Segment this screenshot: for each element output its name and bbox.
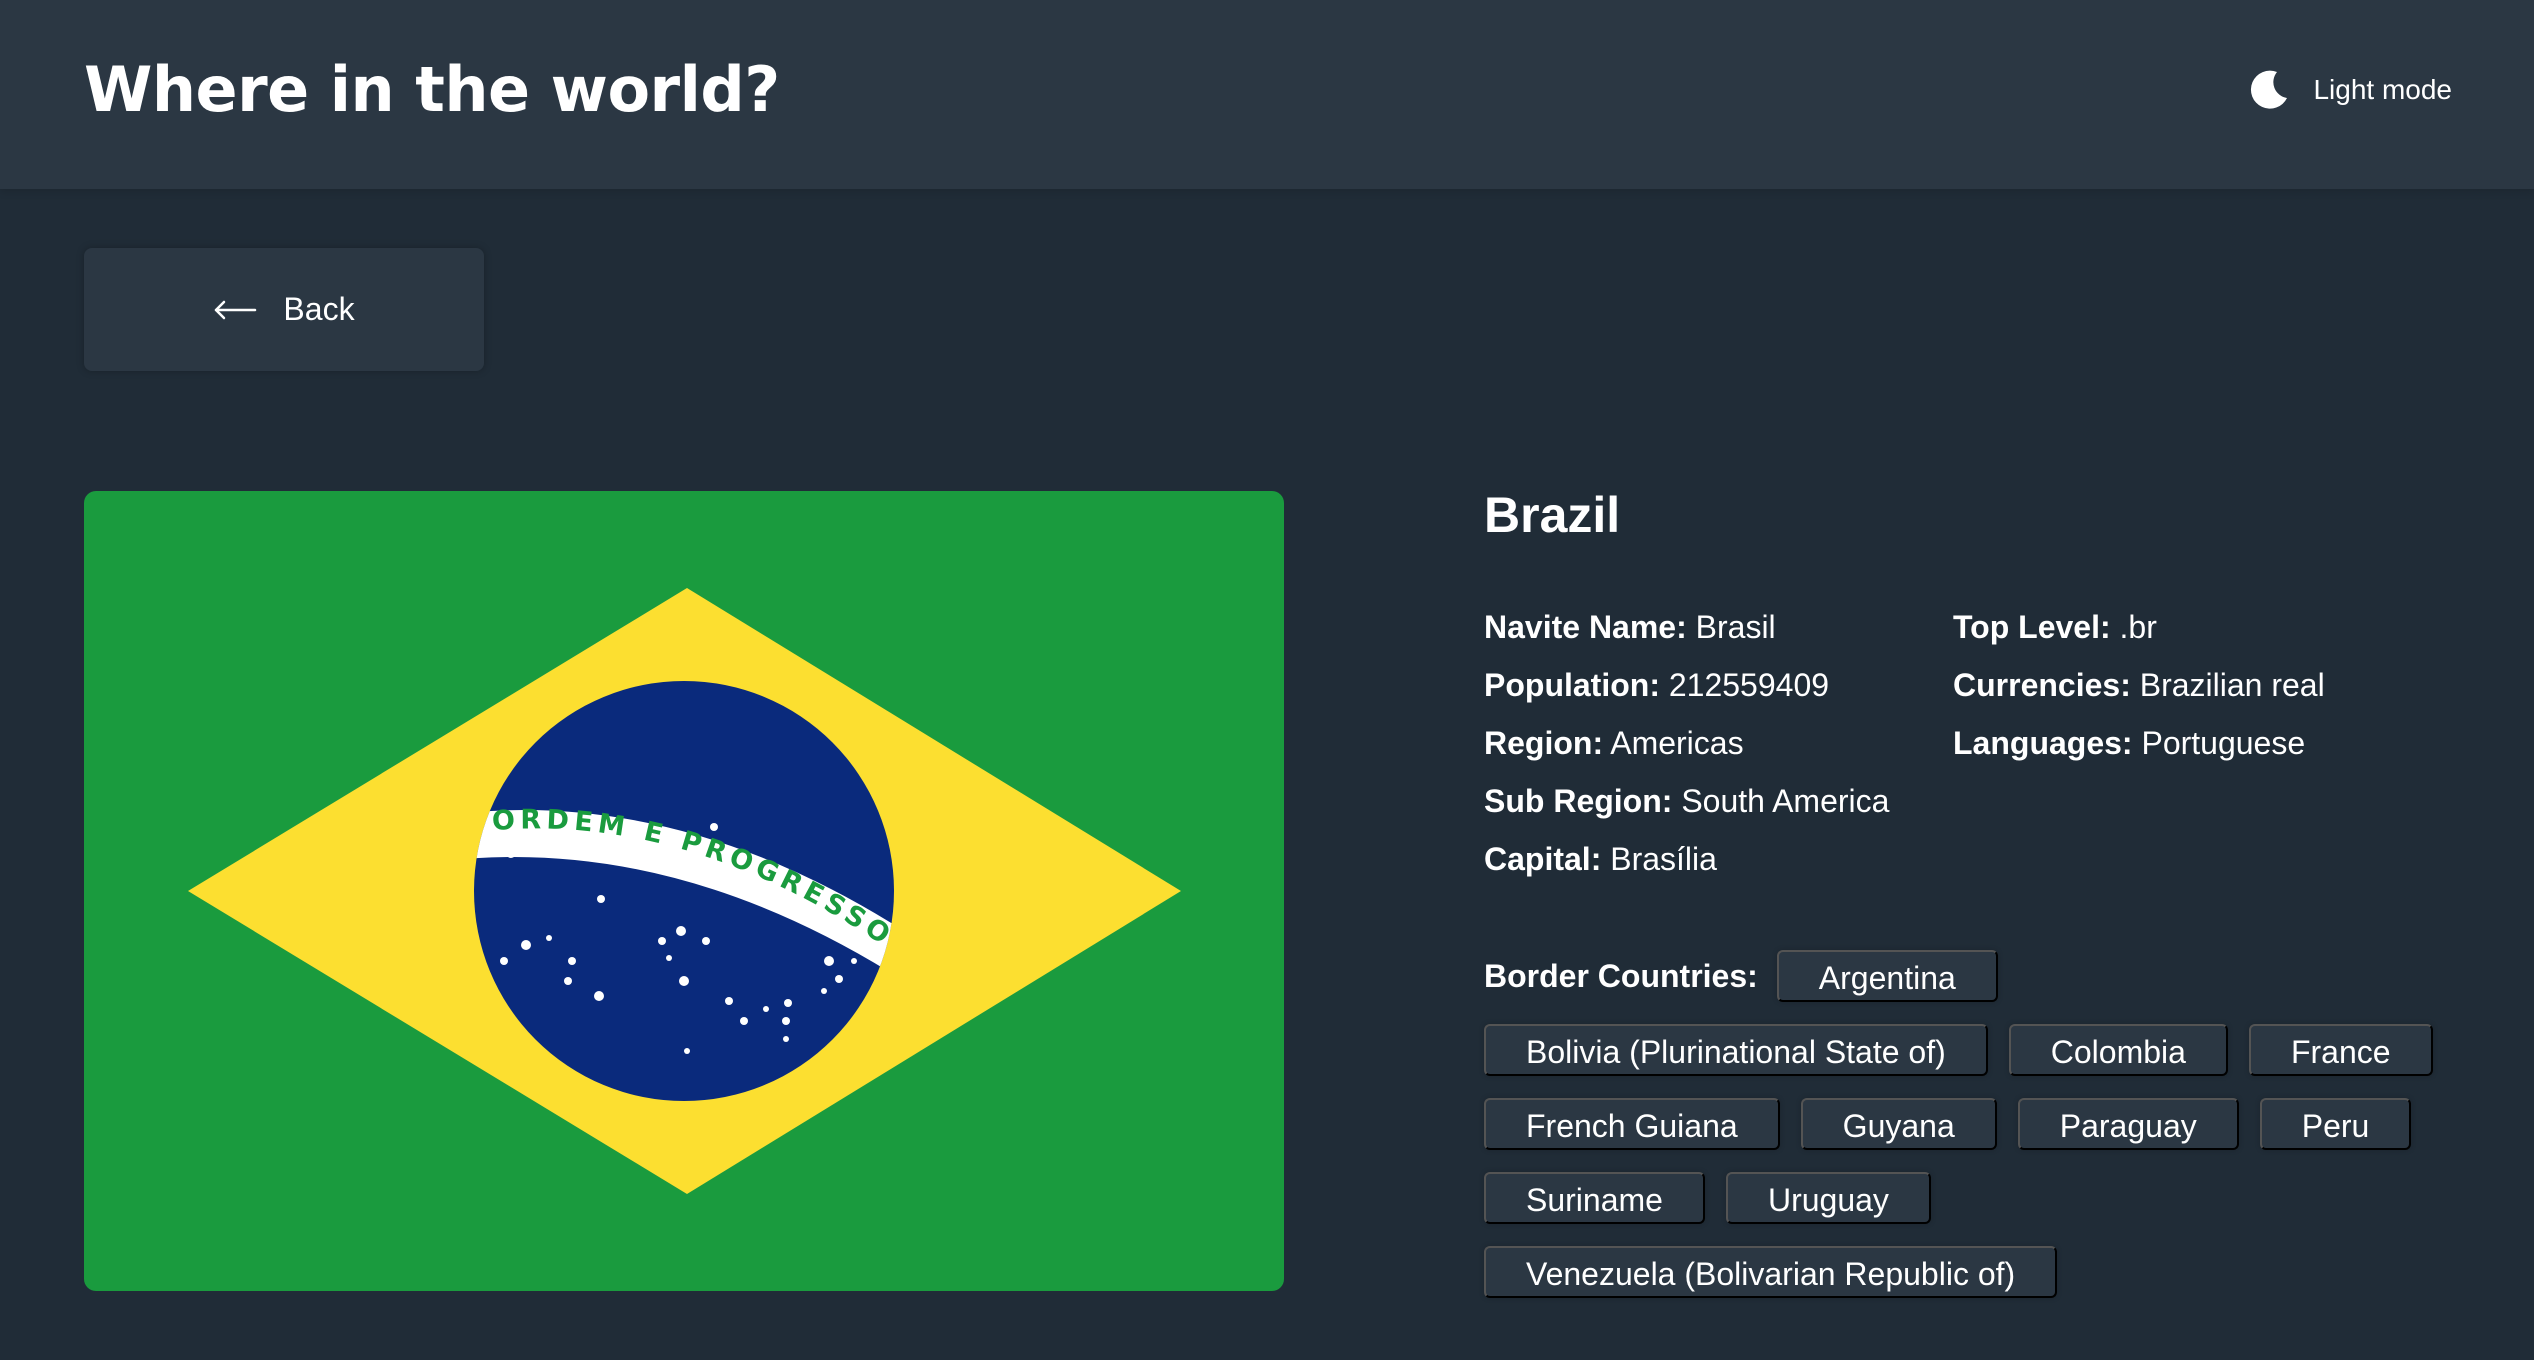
languages-label: Languages: xyxy=(1953,725,2133,761)
border-country-chip[interactable]: Paraguay xyxy=(2017,1098,2239,1150)
population-value: 212559409 xyxy=(1668,667,1830,703)
languages-row: Languages: Portuguese xyxy=(1953,714,2325,772)
currencies-value: Brazilian real xyxy=(2139,667,2325,703)
country-details: Brazil Navite Name: Brasil Population: 2… xyxy=(1484,480,2484,1298)
top-level-label: Top Level: xyxy=(1953,609,2111,645)
region-value: Americas xyxy=(1610,725,1744,761)
native-name-row: Navite Name: Brasil xyxy=(1484,598,1889,656)
region-label: Region: xyxy=(1484,725,1604,761)
currencies-label: Currencies: xyxy=(1953,667,2131,703)
info-column-left: Navite Name: Brasil Population: 21255940… xyxy=(1484,598,1889,888)
back-button-label: Back xyxy=(283,291,355,327)
sub-region-label: Sub Region: xyxy=(1484,783,1673,819)
country-name: Brazil xyxy=(1484,487,1621,543)
border-country-chip[interactable]: French Guiana xyxy=(1484,1098,1780,1150)
border-countries-label: Border Countries: xyxy=(1484,958,1758,994)
app-title: Where in the world? xyxy=(84,53,780,126)
border-country-chip[interactable]: Peru xyxy=(2259,1098,2412,1150)
country-flag-image: ORDEM E PROGRESSO xyxy=(84,491,1284,1291)
border-country-chip[interactable]: Uruguay xyxy=(1725,1172,1931,1224)
native-name-label: Navite Name: xyxy=(1484,609,1687,645)
theme-toggle-button[interactable]: Light mode xyxy=(2247,66,2452,114)
app-header: Where in the world? Light mode xyxy=(0,0,2534,189)
capital-row: Capital: Brasília xyxy=(1484,830,1889,888)
border-country-chip[interactable]: Suriname xyxy=(1484,1172,1705,1224)
border-country-chip[interactable]: Argentina xyxy=(1776,950,1998,1002)
moon-icon xyxy=(2247,68,2291,112)
back-button[interactable]: Back xyxy=(84,248,484,371)
sub-region-row: Sub Region: South America xyxy=(1484,772,1889,830)
border-country-chip[interactable]: France xyxy=(2248,1024,2433,1076)
sub-region-value: South America xyxy=(1681,783,1890,819)
capital-value: Brasília xyxy=(1610,841,1717,877)
region-row: Region: Americas xyxy=(1484,714,1889,772)
border-country-chip[interactable]: Guyana xyxy=(1800,1098,1997,1150)
theme-toggle-label: Light mode xyxy=(2313,74,2452,105)
languages-value: Portuguese xyxy=(2141,725,2306,761)
top-level-row: Top Level: .br xyxy=(1953,598,2325,656)
border-country-chip[interactable]: Venezuela (Bolivarian Republic of) xyxy=(1484,1246,2058,1298)
currencies-row: Currencies: Brazilian real xyxy=(1953,656,2325,714)
capital-label: Capital: xyxy=(1484,841,1602,877)
native-name-value: Brasil xyxy=(1695,609,1776,645)
arrow-left-icon xyxy=(213,300,257,320)
border-country-chip[interactable]: Colombia xyxy=(2008,1024,2228,1076)
top-level-value: .br xyxy=(2119,609,2157,645)
population-label: Population: xyxy=(1484,667,1660,703)
population-row: Population: 212559409 xyxy=(1484,656,1889,714)
info-column-right: Top Level: .br Currencies: Brazilian rea… xyxy=(1953,598,2325,772)
border-countries: Border Countries: Argentina Bolivia (Plu… xyxy=(1484,950,2484,1298)
border-country-chip[interactable]: Bolivia (Plurinational State of) xyxy=(1484,1024,1988,1076)
